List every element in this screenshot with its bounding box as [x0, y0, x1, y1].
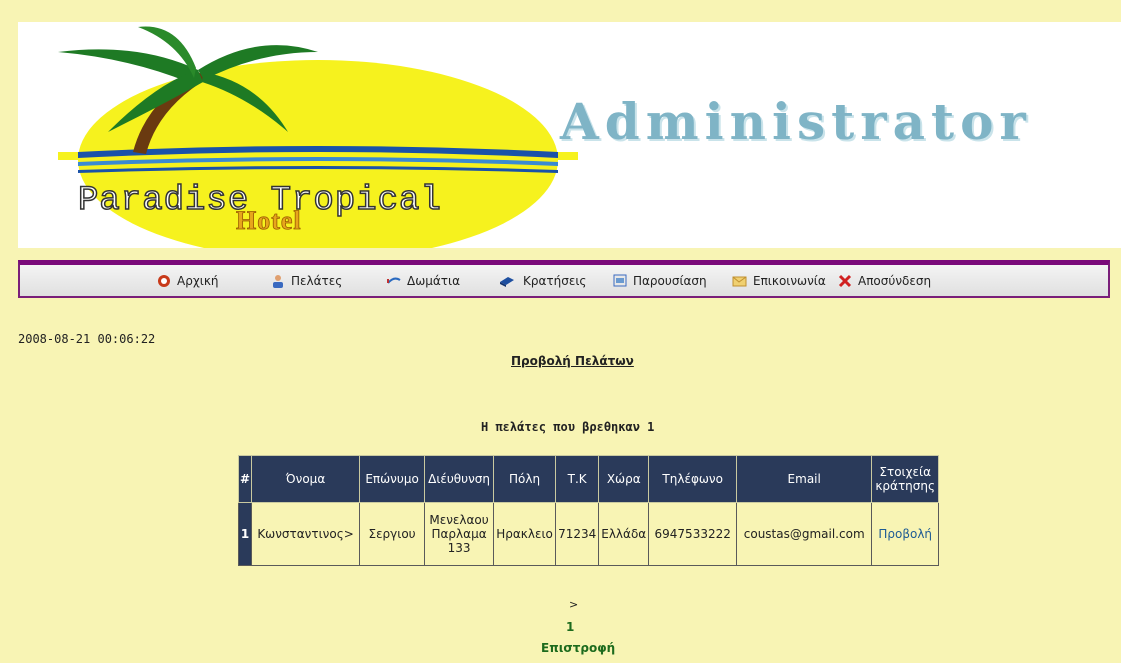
table-header-row: # Όνομα Επώνυμο Διέυθυνση Πόλη Τ.Κ Χώρα … — [237, 455, 940, 503]
col-phone: Τηλέφωνο — [648, 455, 738, 503]
bookings-icon — [500, 277, 514, 287]
nav-contact-label: Επικοινωνία — [753, 274, 826, 288]
nav-bookings[interactable]: Κρατήσεις — [496, 274, 586, 288]
logo-subtext: Hotel — [236, 206, 302, 236]
nav-bookings-label: Κρατήσεις — [523, 274, 587, 288]
presentation-icon — [613, 274, 627, 287]
results-count: Η πελάτες που βρεθηκαν 1 — [481, 420, 655, 434]
cell-email: coustas@gmail.com — [736, 502, 873, 566]
pager-next-arrow[interactable]: > — [569, 598, 578, 611]
cell-country: Ελλάδα — [598, 502, 650, 566]
pager-page-1[interactable]: 1 — [566, 620, 574, 634]
nav-logout[interactable]: Αποσύνδεση — [837, 274, 931, 288]
col-booking: Στοιχεία κράτησης — [871, 455, 940, 503]
col-number: # — [237, 455, 253, 503]
timestamp: 2008-08-21 00:06:22 — [18, 332, 156, 346]
logout-icon — [838, 274, 852, 288]
nav-customers-label: Πελάτες — [291, 274, 343, 288]
customers-icon — [273, 275, 283, 288]
nav-contact[interactable]: Επικοινωνία — [732, 274, 826, 288]
rooms-icon — [387, 277, 401, 284]
col-name: Όνομα — [251, 455, 361, 503]
top-strip — [0, 0, 1121, 10]
table-row: 1 Κωνσταντινος> Σεργιου Μενελαου Παρλαμα… — [237, 502, 940, 566]
col-email: Email — [736, 455, 873, 503]
cell-postcode: 71234 — [555, 502, 600, 566]
col-country: Χώρα — [598, 455, 650, 503]
col-address: Διέυθυνση — [424, 455, 495, 503]
nav-logout-label: Αποσύνδεση — [858, 274, 932, 288]
cell-number: 1 — [237, 502, 253, 566]
main-nav: Αρχική Πελάτες Δωμάτια Κρατήσεις Παρουσί… — [18, 260, 1110, 298]
col-surname: Επώνυμο — [359, 455, 426, 503]
nav-customers[interactable]: Πελάτες — [270, 274, 342, 288]
nav-home-label: Αρχική — [177, 274, 219, 288]
nav-presentation-label: Παρουσίαση — [633, 274, 707, 288]
col-city: Πόλη — [493, 455, 557, 503]
header-banner: Paradise Tropical Hotel Administrator — [18, 22, 1121, 248]
contact-icon — [732, 276, 747, 287]
customers-table: # Όνομα Επώνυμο Διέυθυνση Πόλη Τ.Κ Χώρα … — [237, 455, 940, 566]
cell-name: Κωνσταντινος> — [251, 502, 361, 566]
cell-address: Μενελαου Παρλαμα 133 — [424, 502, 495, 566]
col-postcode: Τ.Κ — [555, 455, 600, 503]
cell-surname: Σεργιου — [359, 502, 426, 566]
nav-rooms[interactable]: Δωμάτια — [386, 274, 460, 288]
page-title: Administrator — [560, 92, 1032, 151]
back-link[interactable]: Επιστροφή — [541, 641, 615, 655]
cell-phone: 6947533222 — [648, 502, 738, 566]
section-title[interactable]: Προβολή Πελάτων — [511, 354, 634, 368]
cell-city: Ηρακλειο — [493, 502, 557, 566]
view-booking-link[interactable]: Προβολή — [871, 502, 940, 566]
nav-rooms-label: Δωμάτια — [407, 274, 460, 288]
home-icon — [158, 275, 170, 287]
nav-home[interactable]: Αρχική — [156, 274, 219, 288]
nav-presentation[interactable]: Παρουσίαση — [612, 274, 707, 288]
